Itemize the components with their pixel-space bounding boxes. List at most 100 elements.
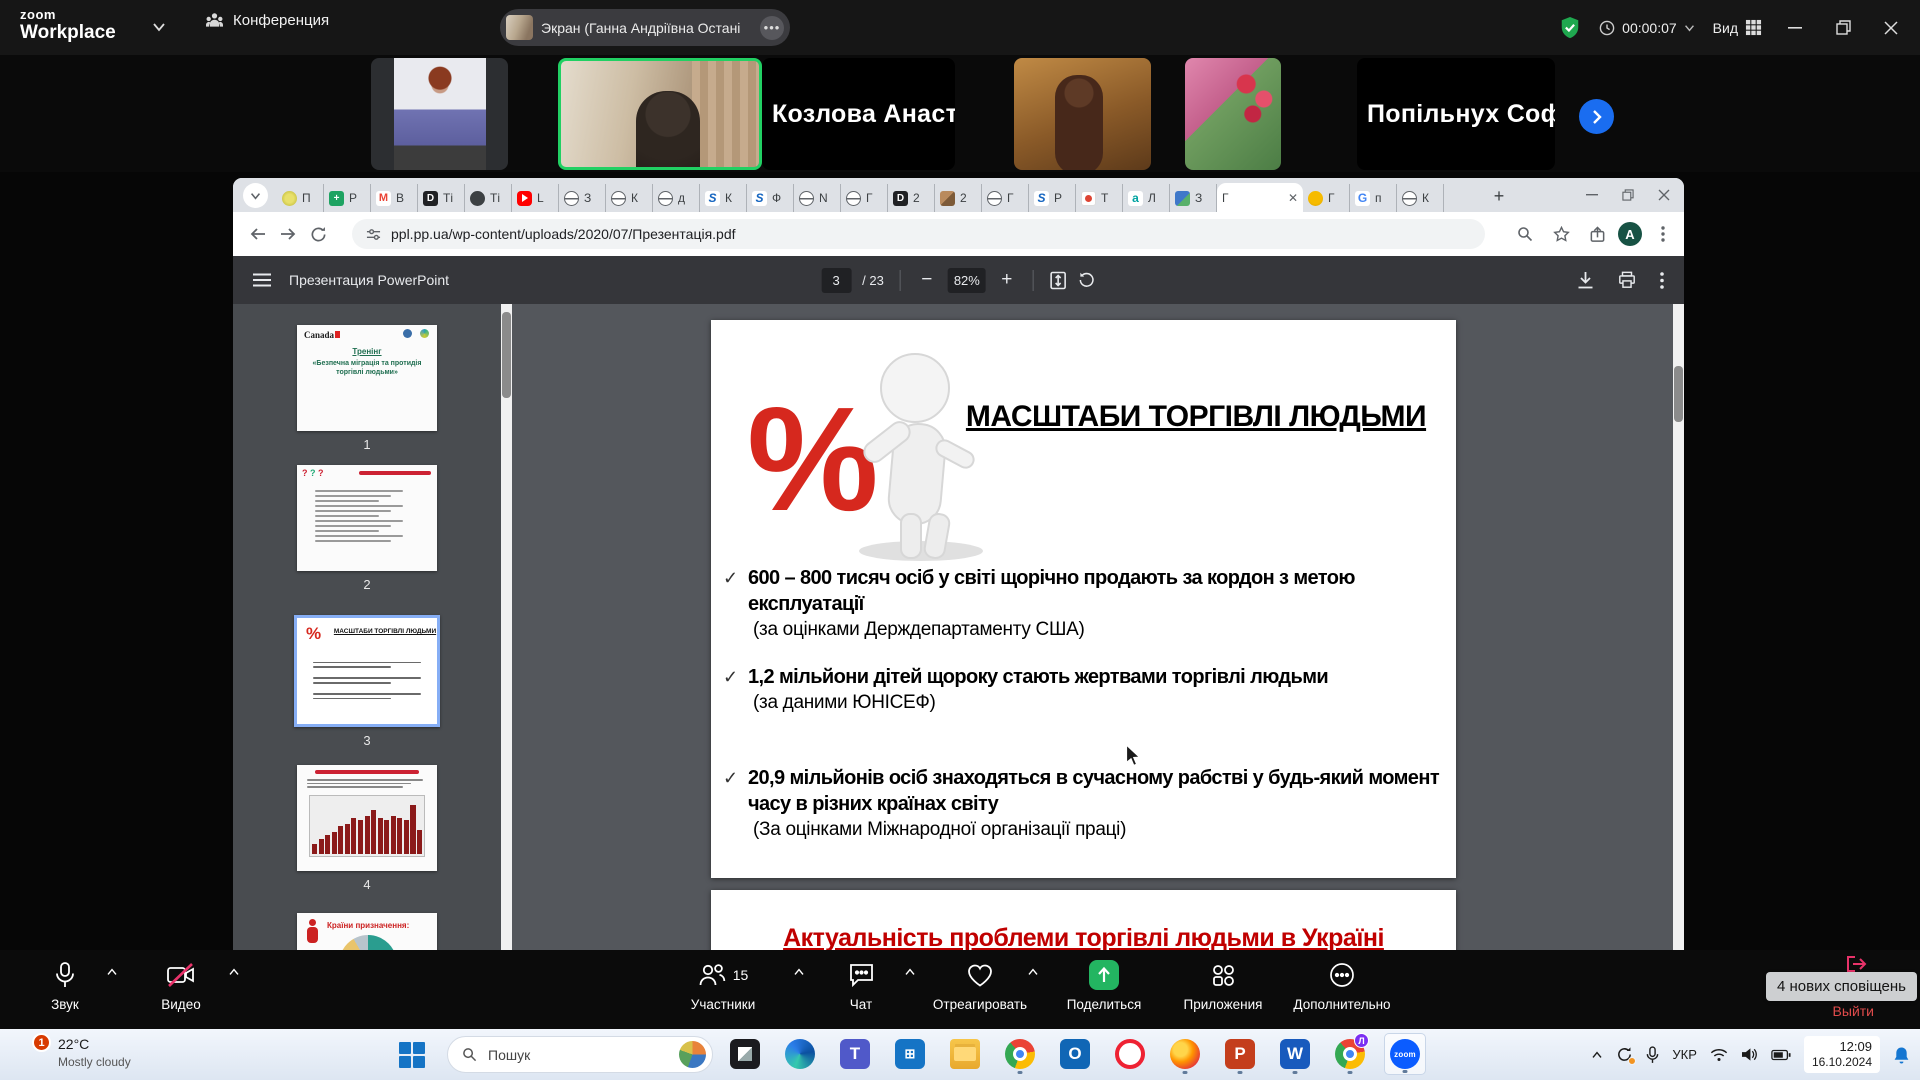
weather-condition[interactable]: Mostly cloudy [58, 1055, 131, 1069]
leave-button[interactable]: Выйти [1833, 1003, 1874, 1019]
browser-tab-10[interactable]: SК [700, 184, 747, 212]
zoom-in-button[interactable]: + [997, 269, 1017, 291]
browser-tab-15[interactable]: 2 [935, 184, 982, 212]
news-badge[interactable]: 1 [32, 1033, 51, 1052]
battery-icon[interactable] [1771, 1049, 1791, 1061]
browser-tab-23[interactable]: Gп [1350, 184, 1397, 212]
leave-meeting-icon[interactable] [1846, 954, 1868, 974]
reload-button[interactable] [303, 219, 333, 249]
bookmark-star-icon[interactable] [1546, 219, 1576, 249]
browser-tab-8[interactable]: К [606, 184, 653, 212]
browser-tab-3[interactable]: MВ [371, 184, 418, 212]
taskbar-app-word-icon[interactable]: W [1274, 1033, 1316, 1075]
language-indicator[interactable]: УКР [1672, 1047, 1697, 1062]
browser-tab-19[interactable]: аЛ [1123, 184, 1170, 212]
react-button[interactable]: Отреагировать [915, 960, 1045, 1012]
browser-tab-14[interactable]: D2 [888, 184, 935, 212]
browser-menu-kebab-icon[interactable] [1648, 219, 1678, 249]
pdf-thumbnail-5[interactable]: Країни призначення: [297, 913, 437, 950]
pdf-thumbnail-3[interactable]: %МАСШТАБИ ТОРГІВЛІ ЛЮДЬМИ [294, 615, 440, 727]
browser-tab-24[interactable]: К [1397, 184, 1444, 212]
browser-tab-18[interactable]: Т [1076, 184, 1123, 212]
tray-chevron-up-icon[interactable] [1591, 1051, 1603, 1059]
participant-tile-6[interactable]: Попільнух Софія [1357, 58, 1555, 170]
browser-tab-2[interactable]: +Р [324, 184, 371, 212]
pdf-thumbnail-2[interactable]: ? ? ? [297, 465, 437, 571]
browser-tab-22[interactable]: Г [1303, 184, 1350, 212]
volume-icon[interactable] [1741, 1047, 1758, 1062]
tab-close-icon[interactable]: ✕ [1288, 191, 1298, 205]
address-bar[interactable]: ppl.pp.ua/wp-content/uploads/2020/07/Пре… [352, 219, 1485, 249]
apps-button[interactable]: Приложения [1158, 960, 1288, 1012]
participant-tile-5[interactable] [1185, 58, 1281, 170]
tab-conference[interactable]: Конференция [205, 12, 329, 29]
back-button[interactable] [243, 219, 273, 249]
notifications-tooltip[interactable]: 4 нових сповіщень [1766, 972, 1917, 1001]
taskbar-app-store-icon[interactable]: ⊞ [889, 1033, 931, 1075]
react-options-chevron[interactable] [1027, 968, 1039, 976]
taskbar-app-outlook-icon[interactable]: O [1054, 1033, 1096, 1075]
pdf-thumbnail-4[interactable] [297, 765, 437, 871]
taskbar-app-edge-icon[interactable] [779, 1033, 821, 1075]
tray-clock[interactable]: 12:09 16.10.2024 [1804, 1036, 1880, 1073]
share-more-button[interactable]: ••• [760, 16, 784, 40]
participant-tile-2[interactable] [558, 58, 762, 170]
pdf-scrollbar[interactable] [1673, 304, 1684, 950]
zoom-level-input[interactable]: 82% [948, 268, 986, 293]
browser-tab-5[interactable]: Ті [465, 184, 512, 212]
taskbar-app-photos-icon[interactable] [724, 1033, 766, 1075]
extensions-icon[interactable] [1582, 219, 1612, 249]
rotate-button[interactable] [1078, 271, 1096, 289]
participants-button[interactable]: 15Участники [658, 960, 788, 1012]
taskbar-search-box[interactable]: Пошук [447, 1036, 713, 1073]
browser-tab-20[interactable]: З [1170, 184, 1217, 212]
zoom-page-icon[interactable] [1510, 219, 1540, 249]
browser-tab-9[interactable]: д [653, 184, 700, 212]
wifi-icon[interactable] [1710, 1048, 1728, 1062]
browser-tab-17[interactable]: SР [1029, 184, 1076, 212]
site-settings-icon[interactable] [366, 227, 381, 242]
browser-tab-12[interactable]: N [794, 184, 841, 212]
browser-tab-13[interactable]: Г [841, 184, 888, 212]
share-button[interactable]: Поделиться [1039, 960, 1169, 1012]
zoom-out-button[interactable]: − [917, 269, 937, 291]
close-button[interactable] [1876, 13, 1906, 43]
search-highlight-icon[interactable] [679, 1041, 706, 1068]
fit-page-button[interactable] [1050, 271, 1067, 290]
taskbar-app-teams-icon[interactable]: T [834, 1033, 876, 1075]
taskbar-app-explorer-icon[interactable] [944, 1033, 986, 1075]
video-button[interactable]: Видео [116, 960, 246, 1012]
notification-bell-icon[interactable] [1893, 1046, 1910, 1064]
browser-tab-7[interactable]: З [559, 184, 606, 212]
shared-screen-pill[interactable]: Экран (Ганна Андріївна Остані ••• [500, 9, 790, 46]
start-button[interactable] [399, 1042, 425, 1068]
security-shield-icon[interactable] [1559, 16, 1581, 40]
page-number-input[interactable]: 3 [821, 268, 851, 293]
forward-button[interactable] [273, 219, 303, 249]
print-icon[interactable] [1618, 271, 1636, 289]
new-tab-button[interactable]: + [1488, 185, 1510, 207]
browser-close-button[interactable] [1644, 178, 1684, 212]
taskbar-app-opera-icon[interactable] [1109, 1033, 1151, 1075]
profile-avatar[interactable]: А [1618, 222, 1642, 246]
video-options-chevron[interactable] [228, 968, 240, 976]
browser-tab-1[interactable]: П [277, 184, 324, 212]
chevron-down-icon[interactable] [152, 22, 166, 32]
taskbar-app-chrome-icon[interactable] [999, 1033, 1041, 1075]
pdf-more-kebab-icon[interactable] [1660, 272, 1664, 289]
view-button[interactable]: Вид [1713, 19, 1762, 36]
weather-temp[interactable]: 22°C [58, 1036, 89, 1052]
next-participants-button[interactable] [1579, 99, 1614, 134]
participant-tile-1[interactable] [371, 58, 508, 170]
meeting-timer[interactable]: 00:00:07 [1599, 20, 1695, 36]
taskbar-app-powerpoint-icon[interactable]: P [1219, 1033, 1261, 1075]
participant-tile-3[interactable]: Козлова Анаст... [762, 58, 955, 170]
restore-button[interactable] [1828, 13, 1858, 43]
browser-tab-11[interactable]: SФ [747, 184, 794, 212]
participant-tile-4[interactable] [1014, 58, 1151, 170]
taskbar-app-firefox-icon[interactable] [1164, 1033, 1206, 1075]
browser-restore-button[interactable] [1608, 178, 1648, 212]
taskbar-app-zoom-icon[interactable]: zoom [1384, 1033, 1426, 1075]
browser-tab-6[interactable]: L [512, 184, 559, 212]
sidebar-scrollbar[interactable] [501, 304, 512, 950]
